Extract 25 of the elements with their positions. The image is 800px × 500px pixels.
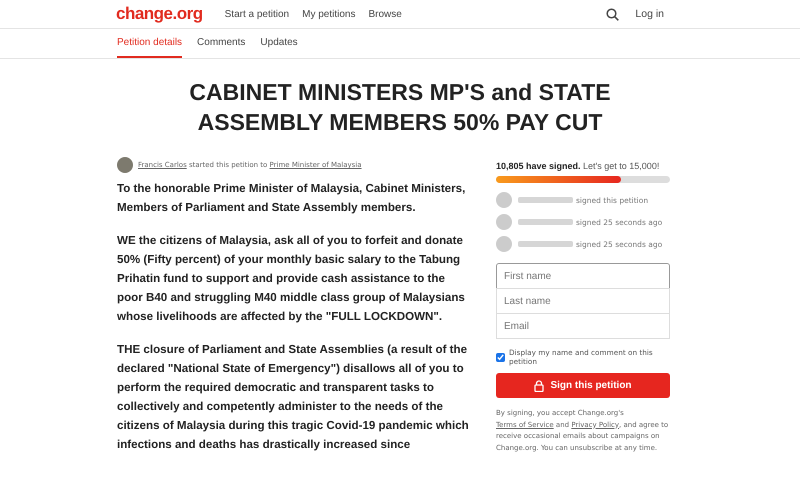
- search-icon[interactable]: [606, 8, 620, 20]
- tab[interactable]: Updates: [260, 29, 298, 58]
- blurred-name: [518, 241, 573, 247]
- tab[interactable]: Comments: [197, 29, 246, 58]
- avatar: [496, 192, 512, 208]
- sign-button[interactable]: Sign this petition: [496, 373, 670, 398]
- tab[interactable]: Petition details: [117, 29, 182, 58]
- body-paragraph: THE closure of Parliament and State Assemblies (a result of the declared "National State of Emergency") disallows all of you to perform the required democratic and transparent tasks to collectively and competently administer to the needs of the citizens of Malaysia during this tragic Covid-19 pandemic which infections and deaths has drastically increased since: [117, 342, 469, 453]
- avatar: [496, 214, 512, 230]
- nav-link[interactable]: Start a petition: [224, 8, 290, 20]
- signature-count: 10,805 have signed. Let's get to 15,000!: [496, 161, 660, 171]
- avatar: [496, 236, 512, 252]
- logo[interactable]: change.org: [116, 4, 203, 24]
- login-link[interactable]: Log in: [635, 8, 664, 20]
- blurred-name: [518, 197, 573, 203]
- nav-link[interactable]: Browse: [368, 8, 402, 20]
- input-field[interactable]: First name: [496, 263, 670, 289]
- nav-link[interactable]: My petitions: [302, 8, 356, 20]
- checkbox[interactable]: [496, 352, 505, 362]
- avatar: [117, 157, 133, 173]
- petition-title: CABINET MINISTERS MP'S and STATE ASSEMBLY MEMBERS 50% PAY CUT: [188, 78, 612, 137]
- lock-icon: [534, 380, 544, 392]
- body-paragraph: To the honorable Prime Minister of Malaysia, Cabinet Ministers, Members of Parliament and State Assembly members.: [117, 181, 466, 216]
- blurred-name: [518, 219, 573, 225]
- body-paragraph: WE the citizens of Malaysia, ask all of you to forfeit and donate 50% (Fifty percent) of your monthly basic salary to the Tabung Prihatin fund to support and provide cash assistance to the poor B40 and struggling M40 middle class group of Malaysians whose livelihoods are affected by the "FULL LOCKDOWN".: [117, 233, 466, 325]
